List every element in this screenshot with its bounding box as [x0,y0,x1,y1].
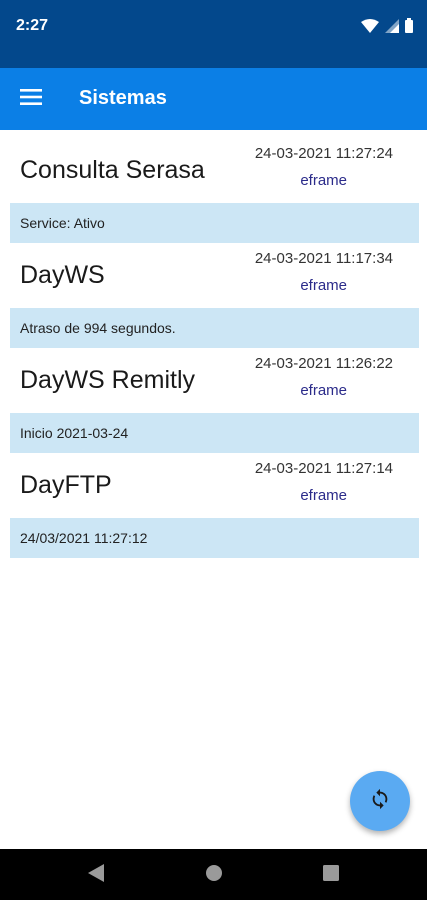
system-date: 24-03-2021 11:17:34 [254,250,393,267]
list-item-header: DayWS 24-03-2021 11:17:34 eframe [10,245,419,308]
refresh-icon [369,788,391,815]
system-name: Consulta Serasa [20,156,205,184]
navigation-bar [0,849,427,900]
recents-button[interactable] [319,863,343,887]
list-item-header: DayFTP 24-03-2021 11:27:14 eframe [10,455,419,518]
list-item-header: DayWS Remitly 24-03-2021 11:26:22 eframe [10,350,419,413]
list-item[interactable]: DayWS 24-03-2021 11:17:34 eframe Atraso … [10,245,419,348]
system-status: Inicio 2021-03-24 [10,413,419,453]
system-date: 24-03-2021 11:27:14 [254,460,393,477]
system-name: DayWS Remitly [20,366,196,394]
menu-button[interactable] [16,85,46,113]
list-item[interactable]: DayFTP 24-03-2021 11:27:14 eframe 24/03/… [10,455,419,558]
system-status: 24/03/2021 11:27:12 [10,518,419,558]
system-user: eframe [300,172,347,189]
wifi-icon [361,18,379,33]
list-item[interactable]: DayWS Remitly 24-03-2021 11:26:22 eframe… [10,350,419,453]
status-time: 2:27 [16,17,49,34]
home-button[interactable] [202,863,226,887]
system-date: 24-03-2021 11:27:24 [254,145,393,162]
system-status: Atraso de 994 segundos. [10,308,419,348]
system-user: eframe [300,487,347,504]
home-icon [205,864,223,887]
app-bar: Sistemas [0,68,427,130]
system-name: DayWS [20,261,105,289]
menu-icon [20,88,42,110]
system-user: eframe [300,277,347,294]
system-status: Service: Ativo [10,203,419,243]
system-date: 24-03-2021 11:26:22 [254,355,393,372]
back-button[interactable] [84,863,108,887]
recents-icon [323,864,339,886]
list-item[interactable]: Consulta Serasa 24-03-2021 11:27:24 efra… [10,140,419,243]
system-user: eframe [300,382,347,399]
back-icon [88,863,104,887]
battery-icon [405,18,413,33]
status-bar: 2:27 [0,0,427,68]
signal-icon [385,18,399,33]
refresh-button[interactable] [350,771,410,831]
system-name: DayFTP [20,471,112,499]
page-title: Sistemas [79,87,167,109]
systems-list: Consulta Serasa 24-03-2021 11:27:24 efra… [10,140,419,560]
status-icons [361,18,413,33]
list-item-header: Consulta Serasa 24-03-2021 11:27:24 efra… [10,140,419,203]
